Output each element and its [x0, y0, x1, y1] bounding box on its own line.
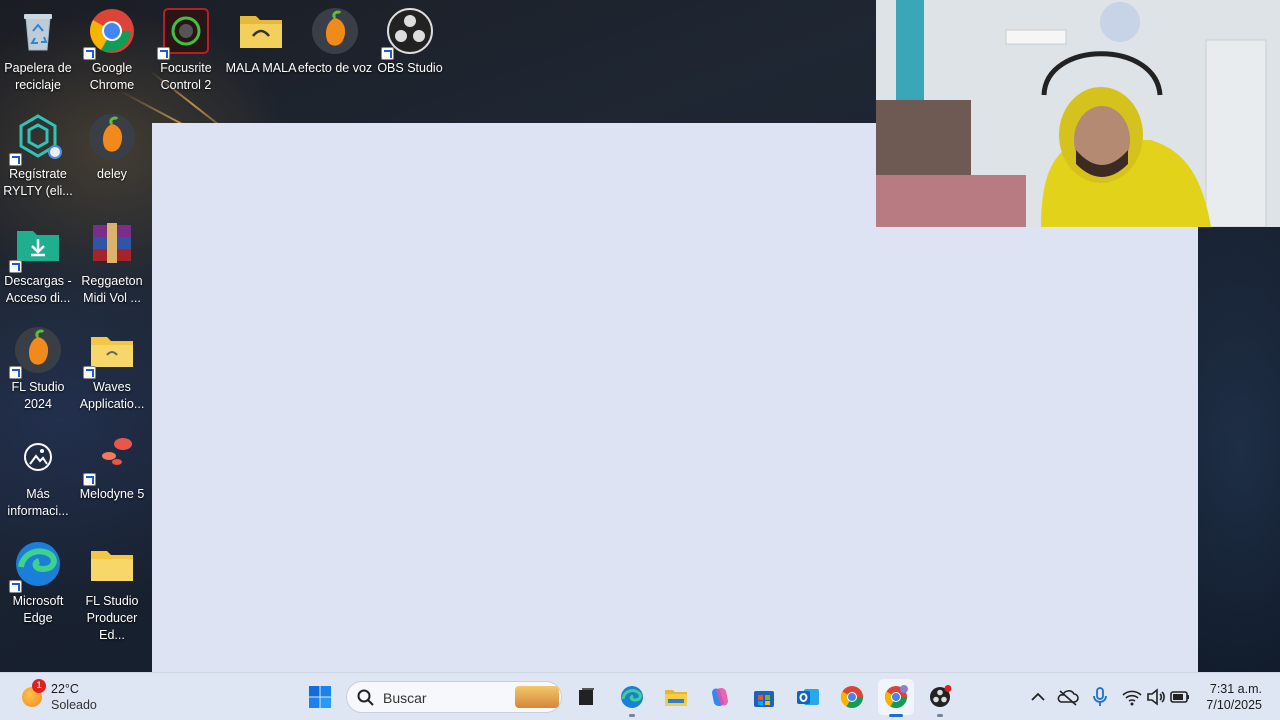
downloads-folder-icon — [9, 219, 63, 273]
desktop-icon-label: Descargas - Acceso di... — [4, 274, 72, 305]
taskbar-search[interactable]: Buscar — [346, 681, 562, 713]
desktop-icon-google-chrome[interactable]: Google Chrome — [74, 6, 150, 94]
wifi-icon[interactable] — [1120, 685, 1144, 709]
speaker-icon[interactable] — [1144, 685, 1168, 709]
desktop-icon-deley[interactable]: deley — [74, 112, 150, 183]
desktop-icon-label: Google Chrome — [89, 61, 135, 92]
clock[interactable]: 7:31 a.m. 7/10/2025 — [1206, 681, 1262, 713]
obs-icon — [930, 685, 952, 707]
taskbar-app-copilot[interactable] — [702, 679, 738, 715]
shortcut-arrow-icon — [157, 47, 170, 60]
folder-icon — [87, 539, 137, 589]
chrome-icon — [841, 686, 863, 708]
shortcut-arrow-icon — [9, 260, 22, 273]
shortcut-arrow-icon — [9, 366, 22, 379]
weather-widget[interactable]: 1 22°C Soleado — [18, 679, 128, 715]
chrome-icon — [83, 6, 137, 60]
taskbar: 1 22°C Soleado Buscar 7:31 a.m. 7/10/202… — [0, 672, 1280, 720]
task-view-icon — [579, 688, 594, 705]
info-icon — [13, 432, 63, 482]
desktop-icon-label: FL Studio 2024 — [11, 380, 65, 411]
chrome-profile-icon — [885, 685, 908, 708]
shortcut-arrow-icon — [83, 47, 96, 60]
shortcut-arrow-icon — [83, 473, 96, 486]
desktop-icon-melodyne[interactable]: Melodyne 5 — [74, 432, 150, 503]
desktop-icon-obs-studio[interactable]: OBS Studio — [372, 6, 448, 77]
store-icon — [754, 691, 774, 707]
start-icon — [309, 686, 331, 708]
taskbar-app-outlook[interactable] — [790, 679, 826, 715]
shortcut-arrow-icon — [83, 366, 96, 379]
webcam-overlay — [876, 0, 1280, 227]
desktop-icon-microsoft-edge[interactable]: Microsoft Edge — [0, 539, 76, 627]
desktop-icon-label: MALA MALA — [225, 61, 297, 75]
edge-icon — [9, 539, 63, 593]
desktop-icon-mala-mala[interactable]: MALA MALA — [223, 6, 299, 77]
winrar-icon — [87, 219, 137, 269]
file-explorer-icon — [665, 690, 687, 706]
start-button[interactable] — [302, 679, 338, 715]
clock-date: 7/10/2025 — [1206, 698, 1262, 712]
search-highlight-image — [515, 686, 559, 708]
fl-studio-icon — [310, 6, 360, 56]
desktop-icon-label: Microsoft Edge — [12, 594, 64, 625]
rylty-icon — [9, 112, 63, 166]
recycle-bin-icon — [13, 6, 63, 56]
obs-icon — [381, 6, 435, 60]
desktop-icon-label: deley — [97, 167, 127, 181]
desktop-icon-label: OBS Studio — [377, 61, 443, 75]
shortcut-arrow-icon — [381, 47, 394, 60]
microphone-icon[interactable] — [1088, 685, 1112, 709]
folder-icon — [236, 6, 286, 56]
taskbar-app-chrome[interactable] — [834, 679, 870, 715]
weather-condition: Soleado — [51, 698, 97, 712]
edge-icon — [621, 686, 643, 708]
desktop-icon-label: FL Studio Producer Ed... — [85, 594, 139, 642]
desktop-icon-efecto-de-voz[interactable]: efecto de voz — [297, 6, 373, 77]
desktop-icon-waves[interactable]: Waves Applicatio... — [74, 325, 150, 413]
chevron-up-icon[interactable] — [1026, 685, 1050, 709]
shortcut-arrow-icon — [9, 580, 22, 593]
taskbar-app-edge[interactable] — [614, 679, 650, 717]
copilot-icon — [712, 688, 728, 706]
desktop-icon-label: Regístrate RYLTY (eli... — [3, 167, 73, 198]
outlook-icon — [797, 689, 819, 705]
desktop-icon-label: Melodyne 5 — [79, 487, 145, 501]
focusrite-icon — [157, 6, 211, 60]
search-icon — [357, 689, 374, 706]
task-view-button[interactable] — [568, 679, 604, 715]
desktop-icon-downloads[interactable]: Descargas - Acceso di... — [0, 219, 76, 307]
desktop-icon-label: efecto de voz — [297, 61, 373, 75]
fl-studio-icon — [9, 325, 63, 379]
taskbar-app-obs[interactable] — [922, 679, 958, 717]
desktop-icon-recycle-bin[interactable]: Papelera de reciclaje — [0, 6, 76, 94]
search-placeholder: Buscar — [383, 690, 427, 706]
desktop-icon-focusrite[interactable]: Focusrite Control 2 — [148, 6, 224, 94]
desktop-icon-fl-studio-2024[interactable]: FL Studio 2024 — [0, 325, 76, 413]
fl-studio-icon — [87, 112, 137, 162]
taskbar-app-file-explorer[interactable] — [658, 679, 694, 715]
desktop-icon-label: Waves Applicatio... — [79, 380, 145, 411]
webcam-feed-image — [876, 0, 1280, 227]
melodyne-icon — [83, 432, 137, 486]
desktop-icon-label: Más informaci... — [7, 487, 69, 518]
notification-badge: 1 — [32, 679, 46, 693]
shortcut-arrow-icon — [9, 153, 22, 166]
desktop-icon-label: Papelera de reciclaje — [4, 61, 72, 92]
taskbar-app-store[interactable] — [746, 679, 782, 715]
desktop-icon-rylty[interactable]: Regístrate RYLTY (eli... — [0, 112, 76, 200]
desktop-icon-reggaeton-midi[interactable]: Reggaeton Midi Vol ... — [74, 219, 150, 307]
desktop-icon-mas-informacion[interactable]: Más informaci... — [0, 432, 76, 520]
clock-time: 7:31 a.m. — [1209, 682, 1262, 696]
taskbar-app-chrome-profile[interactable] — [878, 679, 914, 717]
weather-temperature: 22°C — [51, 682, 79, 696]
desktop-icon-fl-studio-producer[interactable]: FL Studio Producer Ed... — [74, 539, 150, 644]
onedrive-icon[interactable] — [1056, 685, 1080, 709]
folder-icon — [83, 325, 137, 379]
battery-icon[interactable] — [1168, 685, 1192, 709]
desktop-icon-label: Reggaeton Midi Vol ... — [81, 274, 143, 305]
desktop-icon-label: Focusrite Control 2 — [160, 61, 212, 92]
